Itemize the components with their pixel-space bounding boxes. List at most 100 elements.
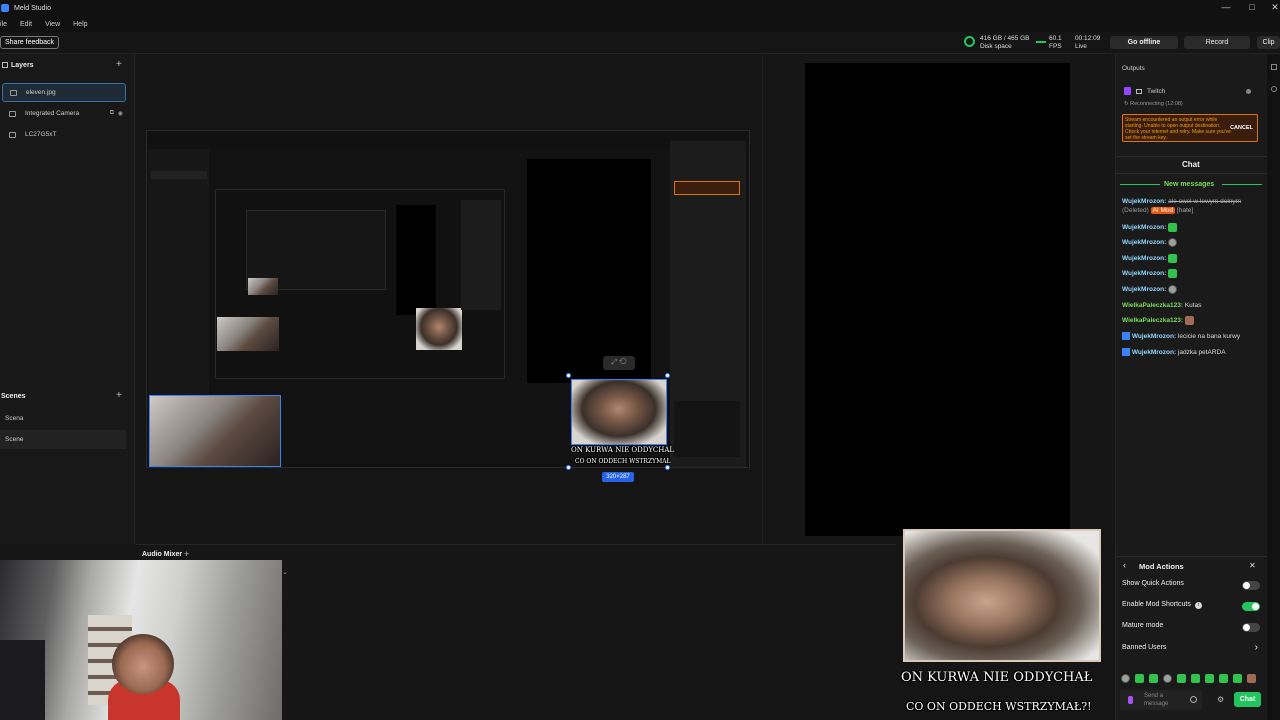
transform-toolbar[interactable]: ⤢ ⟲ <box>603 356 635 370</box>
nested-caption-line1: ON KURWA NIE ODDYCHAL <box>571 446 675 454</box>
program-output <box>805 63 1070 536</box>
divider <box>1115 156 1267 157</box>
mod-row-mature[interactable]: Mature mode <box>1122 622 1260 634</box>
menu-file[interactable]: ile <box>0 21 7 28</box>
scenes-title: Scenes <box>1 393 26 400</box>
cancel-button[interactable]: CANCEL <box>1230 125 1253 131</box>
gear-icon[interactable]: ⚙ <box>1217 695 1224 704</box>
resize-handle[interactable] <box>566 465 571 470</box>
disk-label: Disk space <box>980 43 1012 50</box>
nested-layer-row <box>151 171 207 179</box>
resize-handle[interactable] <box>665 373 670 378</box>
layer-label: Integrated Camera <box>25 110 80 117</box>
chat-input[interactable]: Send a message <box>1120 690 1202 710</box>
emote-icon[interactable] <box>1135 674 1144 683</box>
audio-mixer-title: Audio Mixer <box>142 551 183 558</box>
nested-camera-thumb-2 <box>217 317 279 351</box>
fps-stat: 60.1 FPS <box>1049 35 1062 51</box>
mod-row-shortcuts[interactable]: Enable Mod Shortcuts i <box>1122 601 1260 613</box>
chat-message[interactable]: WielkaPaleczka123: Kutas <box>1122 301 1262 310</box>
emoji-icon[interactable] <box>1190 696 1197 703</box>
scene-item-scena[interactable]: Scena <box>0 409 126 428</box>
add-layer-button[interactable]: + <box>116 59 122 70</box>
mod-actions-title: Mod Actions <box>1139 562 1184 571</box>
share-feedback-button[interactable]: Share feedback <box>0 36 60 49</box>
emote-icon <box>1168 238 1178 247</box>
mod-row-quick-actions[interactable]: Show Quick Actions <box>1122 580 1260 592</box>
chat-send-button[interactable]: Chat <box>1234 692 1261 707</box>
divider-new <box>1120 184 1160 185</box>
go-offline-button[interactable]: Go offline <box>1110 36 1178 49</box>
menu-bar: ile Edit View Help <box>0 16 1280 32</box>
layers-title: Layers <box>11 62 34 69</box>
reconnecting-status: ↻ Reconnecting (12:08) <box>1124 101 1183 107</box>
window-title: Meld Studio <box>14 4 51 12</box>
twitch-label: Twitch <box>1147 88 1166 95</box>
record-button[interactable]: Record <box>1184 36 1250 49</box>
chat-message[interactable]: WujekMrozon: jadzka petARDA <box>1122 348 1262 357</box>
rail-icon[interactable] <box>1271 86 1277 92</box>
right-rail <box>1267 54 1280 720</box>
shortcuts-toggle[interactable] <box>1242 602 1260 611</box>
emote-icon[interactable] <box>1163 674 1172 683</box>
chat-message[interactable]: WujekMrozon: lecicie na bana kurwy <box>1122 332 1262 341</box>
maximize-button[interactable]: □ <box>1240 0 1264 16</box>
add-scene-button[interactable]: + <box>116 390 122 401</box>
chat-message[interactable]: WujekMrozon: <box>1122 269 1262 278</box>
back-chevron-icon[interactable]: ‹ <box>1123 560 1126 570</box>
emote-icon[interactable] <box>1149 674 1158 683</box>
emote-icon[interactable] <box>1219 674 1228 683</box>
fps-graph-icon <box>1036 41 1046 43</box>
close-icon[interactable]: ✕ <box>1249 561 1256 570</box>
rail-icon[interactable] <box>1271 64 1277 70</box>
layer-item-camera[interactable]: Integrated Camera ⧉ ◉ <box>2 104 126 123</box>
close-button[interactable]: ✕ <box>1263 0 1280 16</box>
monitor-capture-source[interactable]: ON KURWA NIE ODDYCHAL CO ON ODDECH WSTRZ… <box>146 130 750 468</box>
scene-item-scene[interactable]: Scene <box>0 430 126 449</box>
link-icon[interactable]: ⧉ <box>110 110 114 117</box>
emote-icon[interactable] <box>1233 674 1242 683</box>
clip-button[interactable]: Clip <box>1257 36 1280 49</box>
add-audio-button[interactable]: + <box>184 549 189 559</box>
chevron-down-icon[interactable]: ⌄ <box>282 568 290 578</box>
layer-item-eleven[interactable]: eleven.jpg <box>2 83 126 102</box>
outputs-title: Outputs <box>1122 65 1145 72</box>
resize-handle[interactable] <box>566 373 571 378</box>
chat-message[interactable]: WujekMrozon: <box>1122 285 1262 294</box>
menu-view[interactable]: View <box>45 21 60 28</box>
mature-toggle[interactable] <box>1242 623 1260 632</box>
nested-output-2 <box>527 159 651 383</box>
visibility-icon[interactable]: ◉ <box>118 110 123 117</box>
divider <box>1115 556 1267 557</box>
chat-message[interactable]: WielkaPaleczka123: <box>1122 316 1262 325</box>
chat-message[interactable]: WujekMrozon: <box>1122 223 1262 232</box>
nested-error-box <box>674 181 740 195</box>
disk-value: 416 GB / 465 GB <box>980 35 1030 42</box>
emote-icon[interactable] <box>1247 674 1256 683</box>
selection-size-badge: 320×287 <box>602 472 634 482</box>
emote-icon[interactable] <box>1191 674 1200 683</box>
menu-help[interactable]: Help <box>73 21 87 28</box>
chat-message[interactable]: WujekMrozon: <box>1122 254 1262 263</box>
nested-titlebar <box>147 131 749 149</box>
resize-handle[interactable] <box>665 465 670 470</box>
chat-message[interactable]: WujekMrozon: ale cwel w lewym dolnym (De… <box>1122 197 1262 215</box>
emote-icon[interactable] <box>1205 674 1214 683</box>
menu-edit[interactable]: Edit <box>20 21 32 28</box>
app-logo-icon <box>1 4 9 12</box>
nested-webcam <box>149 395 281 467</box>
quick-actions-toggle[interactable] <box>1242 581 1260 590</box>
info-icon[interactable]: i <box>1194 602 1202 609</box>
nested-face-thumb <box>416 308 462 350</box>
nested-face-selected[interactable] <box>571 379 667 445</box>
emote-icon[interactable] <box>1177 674 1186 683</box>
minimize-button[interactable]: — <box>1214 0 1238 16</box>
mod-row-banned[interactable]: Banned Users › <box>1122 642 1260 656</box>
caption-line1: ON KURWA NIE ODDYCHAŁ <box>901 670 1093 685</box>
layer-item-monitor[interactable]: LC27G5xT <box>2 125 126 144</box>
nested-output <box>396 205 436 315</box>
chat-message[interactable]: WujekMrozon: <box>1122 238 1262 247</box>
chevron-right-icon: › <box>1254 642 1258 653</box>
emote-icon <box>1168 254 1178 263</box>
emote-icon[interactable] <box>1121 674 1130 683</box>
